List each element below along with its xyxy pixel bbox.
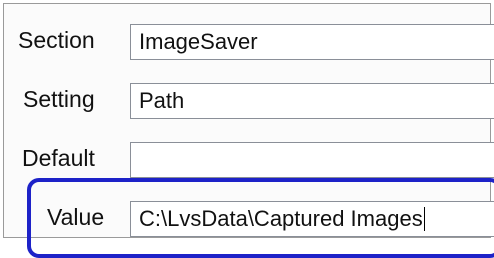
value-row-highlight	[27, 178, 494, 258]
default-field[interactable]	[130, 142, 494, 178]
setting-label: Setting	[23, 86, 95, 112]
setting-field[interactable]: Path	[130, 83, 494, 119]
default-label: Default	[22, 145, 95, 171]
section-field[interactable]: ImageSaver	[130, 24, 494, 60]
section-label: Section	[18, 27, 95, 53]
